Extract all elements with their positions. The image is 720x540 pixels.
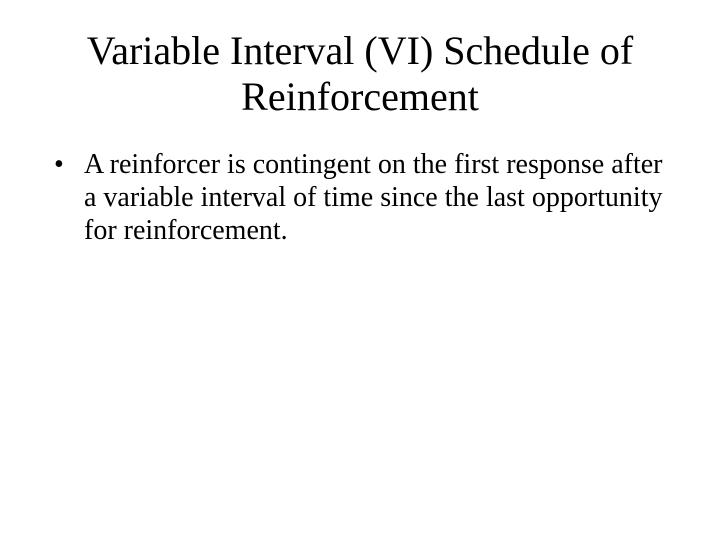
list-item: A reinforcer is contingent on the first …	[50, 148, 670, 247]
slide: Variable Interval (VI) Schedule of Reinf…	[0, 0, 720, 540]
slide-body: A reinforcer is contingent on the first …	[40, 148, 680, 247]
slide-title: Variable Interval (VI) Schedule of Reinf…	[80, 28, 640, 120]
bullet-list: A reinforcer is contingent on the first …	[50, 148, 670, 247]
